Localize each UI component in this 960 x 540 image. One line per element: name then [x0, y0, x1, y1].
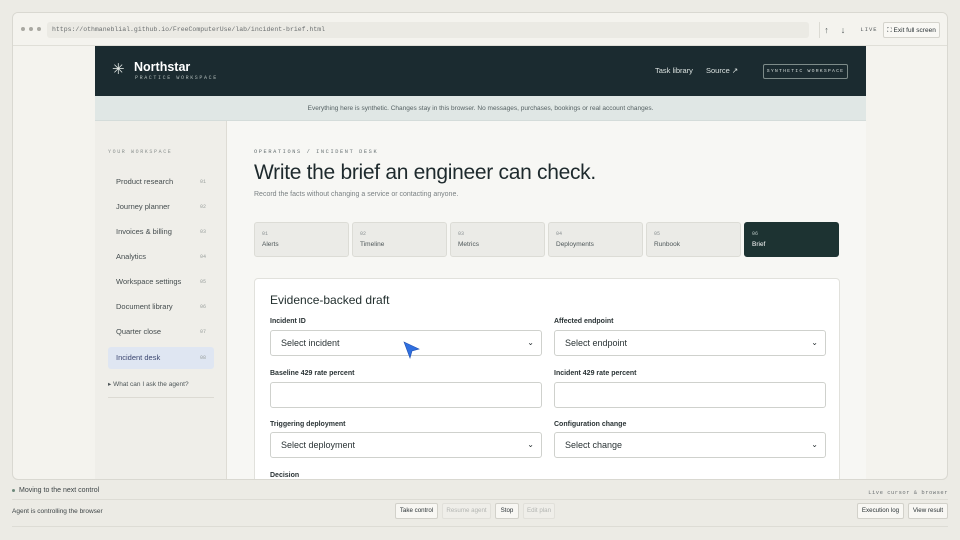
tab-brief[interactable]: 06 Brief — [744, 222, 839, 257]
sidebar-item-workspace-settings[interactable]: Workspace settings 05 — [108, 271, 214, 293]
triggering-deployment-label: Triggering deployment — [270, 421, 346, 428]
live-cursor-label: Live cursor & browser — [868, 489, 948, 496]
chevron-down-icon: ⌄ — [811, 338, 818, 347]
northstar-logo-icon: ✳ — [112, 61, 125, 78]
sidebar-item-quarter-close[interactable]: Quarter close 07 — [108, 321, 214, 343]
app-header: ✳ Northstar PRACTICE WORKSPACE Task libr… — [95, 46, 866, 96]
agent-status: Moving to the next control — [12, 487, 99, 494]
status-dot-icon — [12, 488, 15, 492]
decision-label: Decision — [270, 472, 300, 479]
baseline-rate-label: Baseline 429 rate percent — [270, 370, 355, 377]
incident-rate-input[interactable] — [554, 382, 826, 408]
triggering-deployment-select[interactable]: Select deployment ⌄ — [270, 432, 542, 458]
edit-plan-button[interactable]: Edit plan — [523, 503, 555, 519]
brief-draft-card: Evidence-backed draft Incident ID Select… — [254, 278, 840, 479]
scroll-down-button[interactable]: ↓ — [836, 22, 850, 38]
sidebar-divider — [108, 397, 214, 398]
synthetic-notice: Everything here is synthetic. Changes st… — [95, 96, 866, 121]
sidebar-item-journey-planner[interactable]: Journey planner 02 — [108, 196, 214, 218]
sidebar-heading: YOUR WORKSPACE — [108, 149, 173, 155]
view-result-button[interactable]: View result — [908, 503, 948, 519]
brand-name: Northstar — [134, 60, 191, 74]
main-content: OPERATIONS / INCIDENT DESK Write the bri… — [227, 121, 866, 479]
tab-runbook[interactable]: 05 Runbook — [646, 222, 741, 257]
sidebar-item-analytics[interactable]: Analytics 04 — [108, 246, 214, 268]
sidebar-item-document-library[interactable]: Document library 06 — [108, 296, 214, 318]
tab-metrics[interactable]: 03 Metrics — [450, 222, 545, 257]
agent-controlling-text: Agent is controlling the browser — [12, 508, 103, 515]
task-library-link[interactable]: Task library — [655, 66, 693, 75]
chevron-down-icon: ⌄ — [811, 440, 818, 449]
address-bar[interactable]: https://othmaneblial.github.io/FreeCompu… — [47, 22, 809, 38]
tab-deployments[interactable]: 04 Deployments — [548, 222, 643, 257]
incident-rate-label: Incident 429 rate percent — [554, 370, 637, 377]
sidebar-item-product-research[interactable]: Product research 01 — [108, 171, 214, 193]
source-link[interactable]: Source ↗ — [706, 66, 738, 75]
step-tabs: 01 Alerts 02 Timeline 03 Metrics 04 Deployme… — [254, 222, 840, 257]
live-indicator: LIVE — [860, 26, 878, 33]
tab-alerts[interactable]: 01 Alerts — [254, 222, 349, 257]
sidebar-item-invoices-billing[interactable]: Invoices & billing 03 — [108, 221, 214, 243]
browser-toolbar: https://othmaneblial.github.io/FreeCompu… — [13, 13, 947, 46]
ask-agent-disclosure[interactable]: ▸ What can I ask the agent? — [108, 380, 189, 388]
affected-endpoint-label: Affected endpoint — [554, 318, 614, 325]
stop-button[interactable]: Stop — [495, 503, 519, 519]
breadcrumb: OPERATIONS / INCIDENT DESK — [254, 149, 379, 155]
agent-cursor-icon — [403, 341, 420, 359]
chevron-down-icon: ⌄ — [527, 440, 534, 449]
browser-window: https://othmaneblial.github.io/FreeCompu… — [12, 12, 948, 480]
sidebar-item-incident-desk[interactable]: Incident desk 08 — [108, 347, 214, 369]
scroll-up-button[interactable]: ↑ — [819, 22, 833, 38]
incident-id-label: Incident ID — [270, 318, 306, 325]
page-subtitle: Record the facts without changing a serv… — [254, 191, 459, 198]
window-dots — [21, 27, 41, 31]
brand-subtitle: PRACTICE WORKSPACE — [135, 75, 218, 81]
sidebar: YOUR WORKSPACE Product research 01 Journe… — [95, 121, 227, 479]
baseline-rate-input[interactable] — [270, 382, 542, 408]
execution-log-button[interactable]: Execution log — [857, 503, 904, 519]
chevron-down-icon: ⌄ — [527, 338, 534, 347]
tab-timeline[interactable]: 02 Timeline — [352, 222, 447, 257]
affected-endpoint-select[interactable]: Select endpoint ⌄ — [554, 330, 826, 356]
bottom-divider — [12, 526, 948, 527]
exit-fullscreen-button[interactable]: ⛶ Exit full screen — [883, 22, 940, 38]
synthetic-workspace-badge: SYNTHETIC WORKSPACE — [763, 64, 848, 79]
configuration-change-label: Configuration change — [554, 421, 627, 428]
card-title: Evidence-backed draft — [270, 293, 390, 307]
take-control-button[interactable]: Take control — [395, 503, 438, 519]
configuration-change-select[interactable]: Select change ⌄ — [554, 432, 826, 458]
page-viewport: ✳ Northstar PRACTICE WORKSPACE Task libr… — [95, 46, 866, 479]
page-title: Write the brief an engineer can check. — [254, 161, 596, 184]
resume-agent-button[interactable]: Resume agent — [442, 503, 491, 519]
status-divider — [12, 499, 948, 500]
